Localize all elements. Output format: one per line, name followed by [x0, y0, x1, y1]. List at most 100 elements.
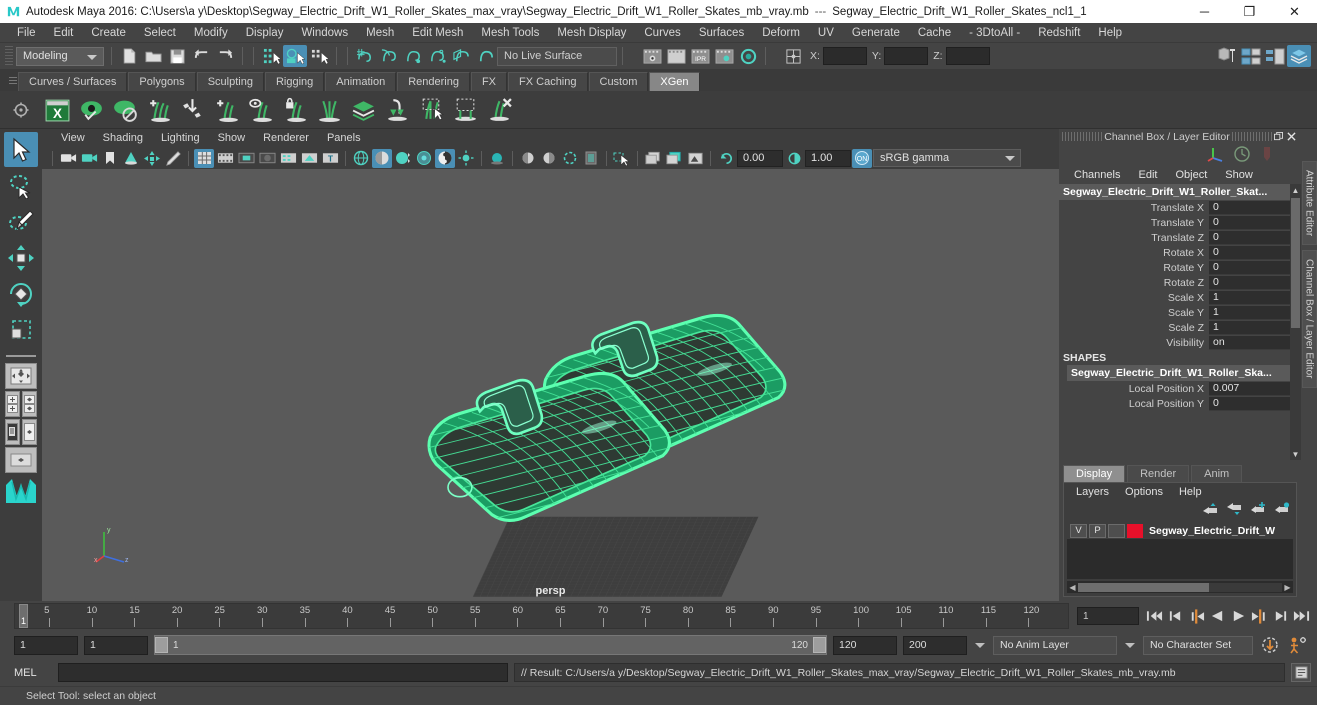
- step-back-frame-icon[interactable]: [1187, 606, 1206, 626]
- character-set-selector[interactable]: No Character Set: [1143, 635, 1253, 655]
- menu-curves[interactable]: Curves: [635, 23, 689, 43]
- side-tab-attribute-editor[interactable]: Attribute Editor: [1301, 161, 1317, 246]
- attribute-value[interactable]: 0: [1209, 215, 1301, 230]
- camera-attributes-icon[interactable]: [79, 149, 99, 168]
- chevron-down-icon[interactable]: [975, 642, 985, 648]
- exposure-reset-icon[interactable]: [716, 149, 736, 168]
- viewport-menu-lighting[interactable]: Lighting: [152, 132, 209, 144]
- show-modeling-toolkit-button[interactable]: [1215, 45, 1239, 67]
- add-description-icon[interactable]: [144, 94, 175, 125]
- perspective-viewport[interactable]: y z x persp: [42, 169, 1059, 601]
- menu-mesh[interactable]: Mesh: [357, 23, 403, 43]
- display-layer-list[interactable]: V P Segway_Electric_Drift_W: [1067, 522, 1293, 579]
- current-frame-input[interactable]: 1: [1077, 607, 1139, 625]
- menu-deform[interactable]: Deform: [753, 23, 809, 43]
- layer-tab-anim[interactable]: Anim: [1191, 465, 1243, 482]
- close-button[interactable]: ✕: [1272, 0, 1317, 23]
- menu-windows[interactable]: Windows: [292, 23, 357, 43]
- time-slider[interactable]: 1 5 10 15 20 25 30 35 40 45 50 55 60 65 70 75 80 85 90 95 1…: [14, 603, 1069, 629]
- snap-to-projected-center-button[interactable]: [425, 45, 449, 67]
- menu-select[interactable]: Select: [135, 23, 185, 43]
- redo-render-button[interactable]: [664, 45, 688, 67]
- menu-display[interactable]: Display: [237, 23, 293, 43]
- channel-box-menu-channels[interactable]: Channels: [1065, 169, 1129, 181]
- motion-blur-icon[interactable]: [518, 149, 538, 168]
- undo-button[interactable]: [189, 45, 213, 67]
- layer-scroll-thumb[interactable]: [1078, 582, 1209, 592]
- shelf-tab-fx[interactable]: FX: [470, 72, 508, 91]
- go-to-end-icon[interactable]: [1292, 606, 1311, 626]
- grid-toggle-icon[interactable]: [194, 148, 214, 168]
- channel-box-menu-object[interactable]: Object: [1166, 169, 1216, 181]
- attribute-row[interactable]: Rotate Z 0: [1059, 275, 1301, 290]
- new-layer-from-selected-icon[interactable]: [1274, 501, 1290, 519]
- viewport-menu-view[interactable]: View: [52, 132, 94, 144]
- show-attribute-editor-button[interactable]: [1239, 45, 1263, 67]
- viewport-menu-shading[interactable]: Shading: [94, 132, 152, 144]
- viewport-menu-panels[interactable]: Panels: [318, 132, 370, 144]
- select-by-hierarchy-button[interactable]: [259, 45, 283, 67]
- display-textures-icon[interactable]: [664, 149, 684, 168]
- attribute-value[interactable]: 0: [1209, 200, 1301, 215]
- gamma-input[interactable]: 1.00: [805, 149, 851, 167]
- channel-box-scrollbar[interactable]: ▲ ▼: [1290, 184, 1301, 460]
- grease-pencil-icon[interactable]: [163, 149, 183, 168]
- move-tool-button[interactable]: [4, 240, 38, 275]
- shelf-handle[interactable]: [8, 69, 18, 91]
- layer-visibility-toggle[interactable]: V: [1070, 523, 1087, 538]
- shape-attribute-row[interactable]: Local Position X 0.007: [1059, 381, 1301, 396]
- layer-menu-options[interactable]: Options: [1117, 486, 1171, 498]
- screen-space-ao-icon[interactable]: [487, 149, 507, 168]
- gamma-reset-icon[interactable]: [784, 149, 804, 168]
- scrollbar-thumb[interactable]: [1291, 198, 1300, 328]
- color-profile-selector[interactable]: sRGB gamma: [873, 149, 1021, 167]
- command-language-label[interactable]: MEL: [14, 667, 52, 679]
- xray-mode-icon[interactable]: [299, 149, 319, 168]
- layer-menu-help[interactable]: Help: [1171, 486, 1210, 498]
- scale-tool-button[interactable]: [4, 312, 38, 347]
- xgen-editor-icon[interactable]: X: [42, 94, 73, 125]
- smooth-shade-all-icon[interactable]: [372, 148, 392, 168]
- select-by-component-type-button[interactable]: [307, 45, 331, 67]
- menuset-selector[interactable]: Modeling: [16, 46, 104, 66]
- auto-keyframe-icon[interactable]: [1259, 636, 1281, 654]
- play-forwards-icon[interactable]: [1229, 606, 1248, 626]
- current-time-indicator[interactable]: 1: [19, 604, 28, 628]
- timer-icon[interactable]: [1233, 145, 1251, 166]
- attribute-value[interactable]: 1: [1209, 320, 1301, 335]
- attribute-row[interactable]: Translate X 0: [1059, 200, 1301, 215]
- shelf-tab-sculpting[interactable]: Sculpting: [196, 72, 264, 91]
- shape-attribute-value[interactable]: 0.007: [1209, 381, 1301, 396]
- lock-guide-icon[interactable]: [280, 94, 311, 125]
- import-collection-icon[interactable]: [178, 94, 209, 125]
- guide-preview-icon[interactable]: [246, 94, 277, 125]
- attribute-row[interactable]: Scale Z 1: [1059, 320, 1301, 335]
- film-gate-icon[interactable]: [215, 149, 235, 168]
- layer-tab-render[interactable]: Render: [1127, 465, 1190, 482]
- shape-attribute-value[interactable]: 0: [1209, 396, 1301, 411]
- color-management-toggle-icon[interactable]: ON: [852, 148, 872, 168]
- layer-scroll-track[interactable]: [1078, 582, 1282, 592]
- step-back-keyframe-icon[interactable]: [1166, 606, 1185, 626]
- attribute-value[interactable]: 1: [1209, 305, 1301, 320]
- layer-list-horizontal-scrollbar[interactable]: ◀ ▶: [1067, 581, 1293, 593]
- go-to-start-icon[interactable]: [1145, 606, 1164, 626]
- scroll-right-arrow-icon[interactable]: ▶: [1282, 583, 1293, 592]
- attribute-value[interactable]: 0: [1209, 260, 1301, 275]
- single-pane-layout-button[interactable]: [5, 363, 37, 389]
- panel-grip[interactable]: [1062, 132, 1102, 141]
- rotate-tool-button[interactable]: [4, 276, 38, 311]
- preview-eye-icon[interactable]: [76, 94, 107, 125]
- two-d-pan-zoom-icon[interactable]: [142, 149, 162, 168]
- menu-surfaces[interactable]: Surfaces: [690, 23, 753, 43]
- multisample-aa-icon[interactable]: [539, 149, 559, 168]
- menu-uv[interactable]: UV: [809, 23, 843, 43]
- move-layer-up-icon[interactable]: [1202, 502, 1218, 519]
- snap-to-grid-button[interactable]: [353, 45, 377, 67]
- shelf-tab-custom[interactable]: Custom: [588, 72, 649, 91]
- layer-display-type-toggle[interactable]: [1108, 523, 1125, 538]
- range-start-time-input[interactable]: 1: [84, 635, 148, 655]
- shelf-tab-polygons[interactable]: Polygons: [128, 72, 196, 91]
- range-slider-left-handle[interactable]: [155, 637, 168, 653]
- play-backwards-icon[interactable]: [1208, 606, 1227, 626]
